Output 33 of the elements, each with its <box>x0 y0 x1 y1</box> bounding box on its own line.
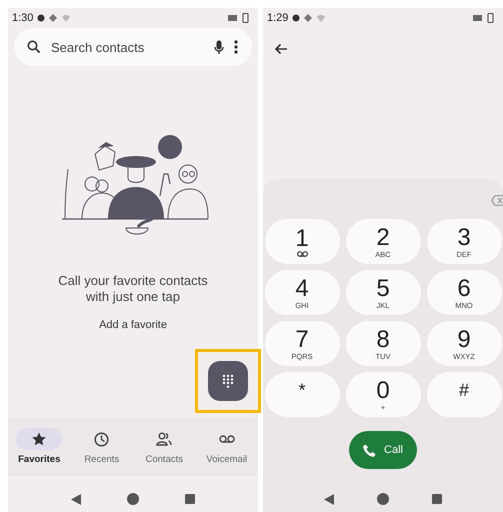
nav-tab[interactable]: Voicemail <box>204 428 250 476</box>
voicemail-icon <box>218 435 235 443</box>
people-icon <box>156 432 172 446</box>
voicemail-icon <box>296 251 308 257</box>
search-icon <box>27 40 41 54</box>
more-options-icon[interactable] <box>234 40 238 54</box>
recents-icon[interactable] <box>432 494 442 504</box>
home-icon[interactable] <box>376 493 389 505</box>
nav-tab[interactable]: Favorites <box>16 428 62 476</box>
dialpad-icon <box>222 374 234 388</box>
microphone-icon[interactable] <box>214 40 224 54</box>
back-icon[interactable] <box>324 494 334 504</box>
dial-key[interactable]: 1 <box>264 219 340 264</box>
nav-tab[interactable]: Recents <box>78 428 125 476</box>
search-input[interactable]: Search contacts <box>51 40 204 54</box>
battery-icon <box>473 13 495 23</box>
search-field[interactable]: Search contacts <box>14 28 252 66</box>
add-favorite-link[interactable]: Add a favorite <box>99 319 167 331</box>
empty-state-message: Call your favorite contacts with just one tap <box>58 273 208 305</box>
dial-key[interactable]: # <box>426 372 502 417</box>
call-button[interactable]: Call <box>349 431 417 469</box>
star-icon <box>32 432 46 446</box>
back-icon[interactable] <box>71 494 81 504</box>
dial-key[interactable]: * <box>264 372 340 417</box>
phone-icon <box>363 444 376 456</box>
battery-icon <box>228 13 250 23</box>
status-time: 1:30 <box>12 12 34 24</box>
home-icon[interactable] <box>127 493 139 505</box>
dialpad-button[interactable] <box>208 361 248 401</box>
nav-tab[interactable]: Contacts <box>141 428 188 476</box>
clock-icon <box>94 432 110 446</box>
status-time: 1:29 <box>267 12 288 24</box>
back-arrow-icon[interactable] <box>274 43 287 55</box>
